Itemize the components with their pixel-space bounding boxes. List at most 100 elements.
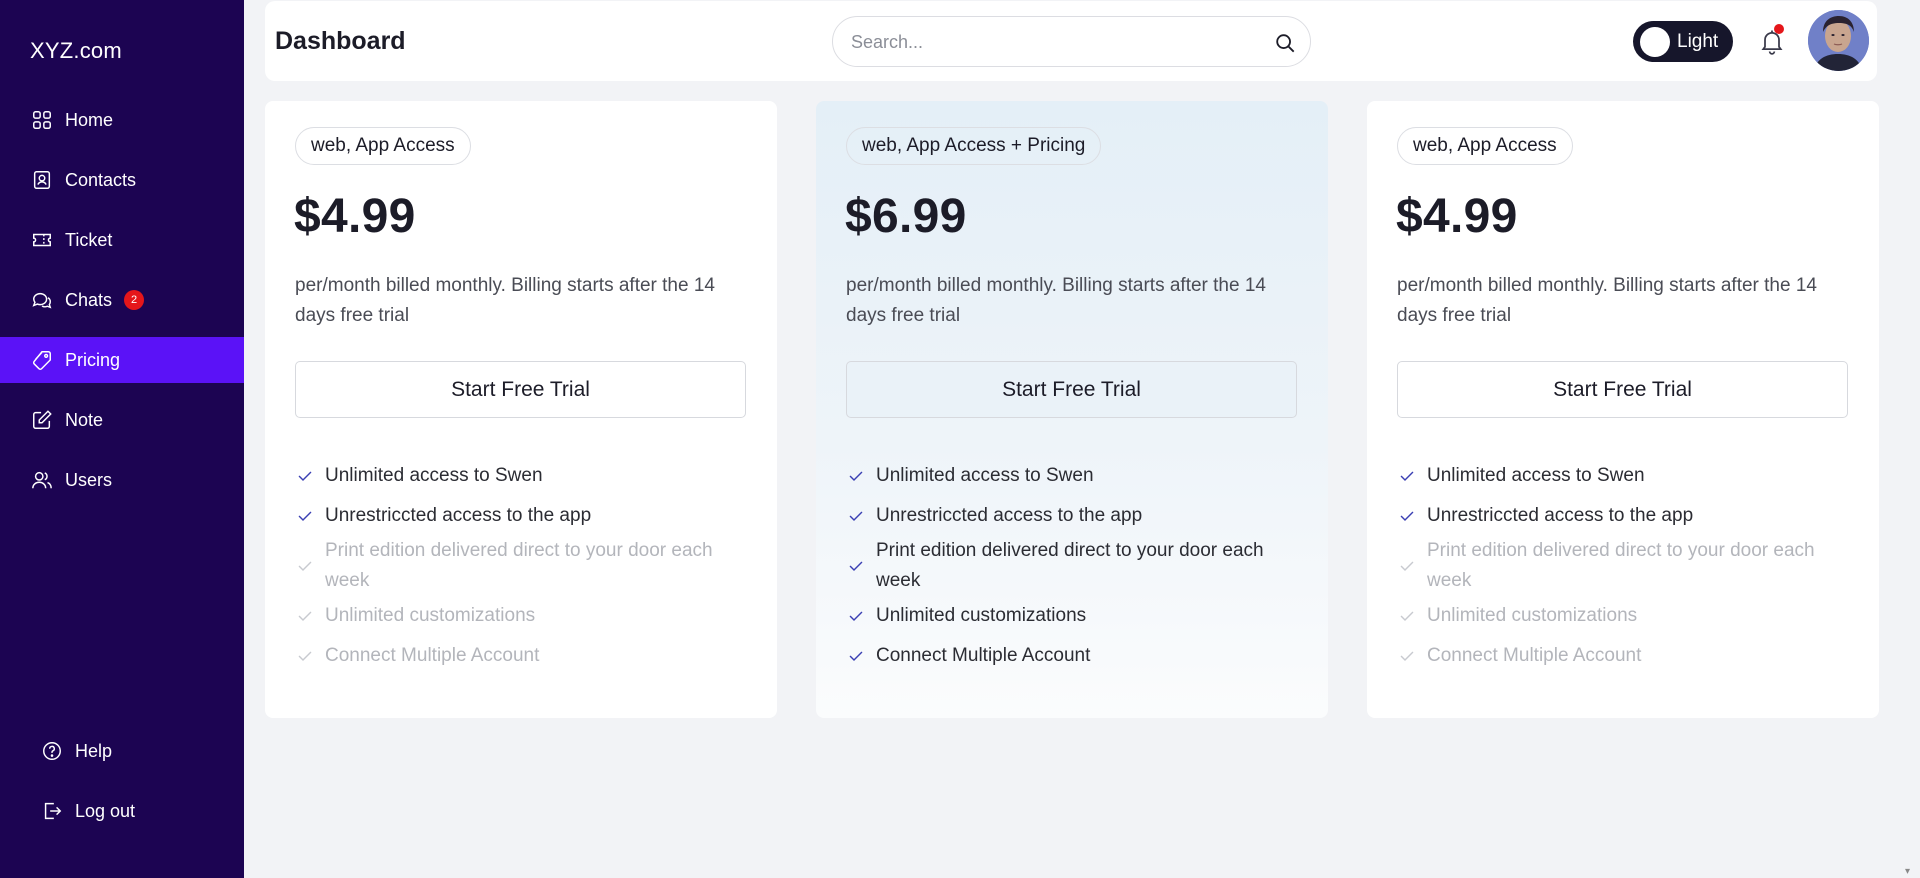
- feature-item: Unlimited access to Swen: [846, 456, 1296, 496]
- sidebar-item-help[interactable]: Help: [0, 728, 244, 774]
- feature-item: Connect Multiple Account: [295, 636, 745, 676]
- sidebar-item-chats[interactable]: Chats 2: [0, 277, 244, 323]
- feature-list: Unlimited access to Swen Unrestriccted a…: [1397, 456, 1847, 676]
- sidebar-item-users[interactable]: Users: [0, 457, 244, 503]
- feature-item: Unlimited customizations: [846, 596, 1296, 636]
- sidebar-item-label: Home: [65, 109, 114, 130]
- help-circle-icon: [40, 739, 64, 763]
- feature-list: Unlimited access to Swen Unrestriccted a…: [295, 456, 745, 676]
- feature-item: Unrestriccted access to the app: [846, 496, 1296, 536]
- check-icon: [846, 556, 866, 576]
- plan-price: $4.99: [1396, 190, 1518, 243]
- feature-text: Connect Multiple Account: [1427, 645, 1642, 666]
- sidebar-item-contacts[interactable]: Contacts: [0, 157, 244, 203]
- search-icon[interactable]: [1274, 32, 1296, 54]
- chats-count-badge: 2: [124, 290, 145, 310]
- top-header: Dashboard Light: [265, 1, 1877, 81]
- feature-item: Unrestriccted access to the app: [295, 496, 745, 536]
- notification-bell-icon[interactable]: [1758, 24, 1786, 55]
- check-icon: [846, 606, 866, 626]
- feature-text: Unlimited access to Swen: [876, 465, 1094, 486]
- sidebar-item-label: Help: [75, 740, 113, 761]
- pricing-card: web, App Access $4.99 per/month billed m…: [265, 101, 777, 718]
- sidebar-item-note[interactable]: Note: [0, 397, 244, 443]
- check-icon: [846, 506, 866, 526]
- feature-item: Print edition delivered direct to your d…: [846, 536, 1296, 596]
- sidebar-item-label: Chats: [65, 289, 113, 310]
- pricing-card-featured: web, App Access + Pricing $6.99 per/mont…: [816, 101, 1328, 718]
- feature-text: Unrestriccted access to the app: [325, 505, 592, 526]
- sidebar-item-label: Users: [65, 469, 113, 490]
- check-icon: [846, 466, 866, 486]
- plan-price: $4.99: [294, 190, 416, 243]
- check-icon: [846, 646, 866, 666]
- feature-text: Print edition delivered direct to your d…: [1427, 540, 1815, 591]
- feature-item: Unlimited customizations: [295, 596, 745, 636]
- theme-toggle[interactable]: Light: [1633, 21, 1733, 62]
- search-box: [832, 16, 1311, 67]
- feature-text: Unlimited customizations: [1427, 605, 1638, 626]
- plan-tag: web, App Access: [1397, 127, 1573, 165]
- feature-item: Print edition delivered direct to your d…: [1397, 536, 1847, 596]
- sidebar-item-ticket[interactable]: Ticket: [0, 217, 244, 263]
- feature-item: Print edition delivered direct to your d…: [295, 536, 745, 596]
- feature-text: Unlimited access to Swen: [1427, 465, 1645, 486]
- check-icon: [1397, 646, 1417, 666]
- note-edit-icon: [30, 408, 54, 432]
- start-free-trial-button[interactable]: Start Free Trial: [295, 361, 746, 418]
- contact-card-icon: [30, 168, 54, 192]
- start-free-trial-button[interactable]: Start Free Trial: [1397, 361, 1848, 418]
- feature-item: Unlimited customizations: [1397, 596, 1847, 636]
- sidebar-item-label: Ticket: [65, 229, 113, 250]
- feature-item: Unlimited access to Swen: [295, 456, 745, 496]
- feature-text: Unlimited customizations: [876, 605, 1087, 626]
- sidebar: XYZ.com Home Contacts Ticket Chats 2 Pri…: [0, 0, 244, 878]
- sidebar-item-pricing[interactable]: Pricing: [0, 337, 244, 383]
- sidebar-nav: Home Contacts Ticket Chats 2 Pricing Not…: [0, 97, 244, 517]
- ticket-icon: [30, 228, 54, 252]
- search-input[interactable]: [851, 28, 1251, 56]
- price-tag-icon: [30, 348, 54, 372]
- feature-text: Print edition delivered direct to your d…: [325, 540, 713, 591]
- feature-text: Unrestriccted access to the app: [1427, 505, 1694, 526]
- check-icon: [1397, 506, 1417, 526]
- feature-item: Unlimited access to Swen: [1397, 456, 1847, 496]
- sidebar-item-label: Pricing: [65, 349, 121, 370]
- scroll-down-arrow-icon[interactable]: ▾: [1905, 866, 1917, 877]
- pricing-card: web, App Access $4.99 per/month billed m…: [1367, 101, 1879, 718]
- check-icon: [295, 466, 315, 486]
- sidebar-item-label: Contacts: [65, 169, 137, 190]
- check-icon: [295, 606, 315, 626]
- app-logo[interactable]: XYZ.com: [30, 38, 122, 64]
- page-title: Dashboard: [275, 27, 406, 55]
- start-free-trial-button[interactable]: Start Free Trial: [846, 361, 1297, 418]
- sidebar-bottom-nav: Help Log out: [0, 728, 244, 848]
- check-icon: [295, 646, 315, 666]
- grid-icon: [30, 108, 54, 132]
- toggle-knob: [1640, 26, 1670, 57]
- plan-tag: web, App Access + Pricing: [846, 127, 1102, 165]
- plan-description: per/month billed monthly. Billing starts…: [295, 275, 715, 326]
- feature-list: Unlimited access to Swen Unrestriccted a…: [846, 456, 1296, 676]
- sidebar-item-home[interactable]: Home: [0, 97, 244, 143]
- feature-text: Connect Multiple Account: [325, 645, 540, 666]
- feature-text: Connect Multiple Account: [876, 645, 1091, 666]
- chat-bubbles-icon: [30, 288, 54, 312]
- feature-item: Connect Multiple Account: [846, 636, 1296, 676]
- feature-item: Unrestriccted access to the app: [1397, 496, 1847, 536]
- check-icon: [1397, 466, 1417, 486]
- sidebar-item-logout[interactable]: Log out: [0, 788, 244, 834]
- feature-item: Connect Multiple Account: [1397, 636, 1847, 676]
- feature-text: Unrestriccted access to the app: [876, 505, 1143, 526]
- feature-text: Unlimited access to Swen: [325, 465, 543, 486]
- theme-toggle-label: Light: [1677, 30, 1719, 52]
- feature-text: Print edition delivered direct to your d…: [876, 540, 1264, 591]
- feature-text: Unlimited customizations: [325, 605, 536, 626]
- plan-description: per/month billed monthly. Billing starts…: [1397, 275, 1817, 326]
- avatar[interactable]: [1808, 10, 1869, 71]
- logout-icon: [40, 799, 64, 823]
- plan-description: per/month billed monthly. Billing starts…: [846, 275, 1266, 326]
- check-icon: [295, 506, 315, 526]
- plan-tag: web, App Access: [295, 127, 471, 165]
- check-icon: [1397, 606, 1417, 626]
